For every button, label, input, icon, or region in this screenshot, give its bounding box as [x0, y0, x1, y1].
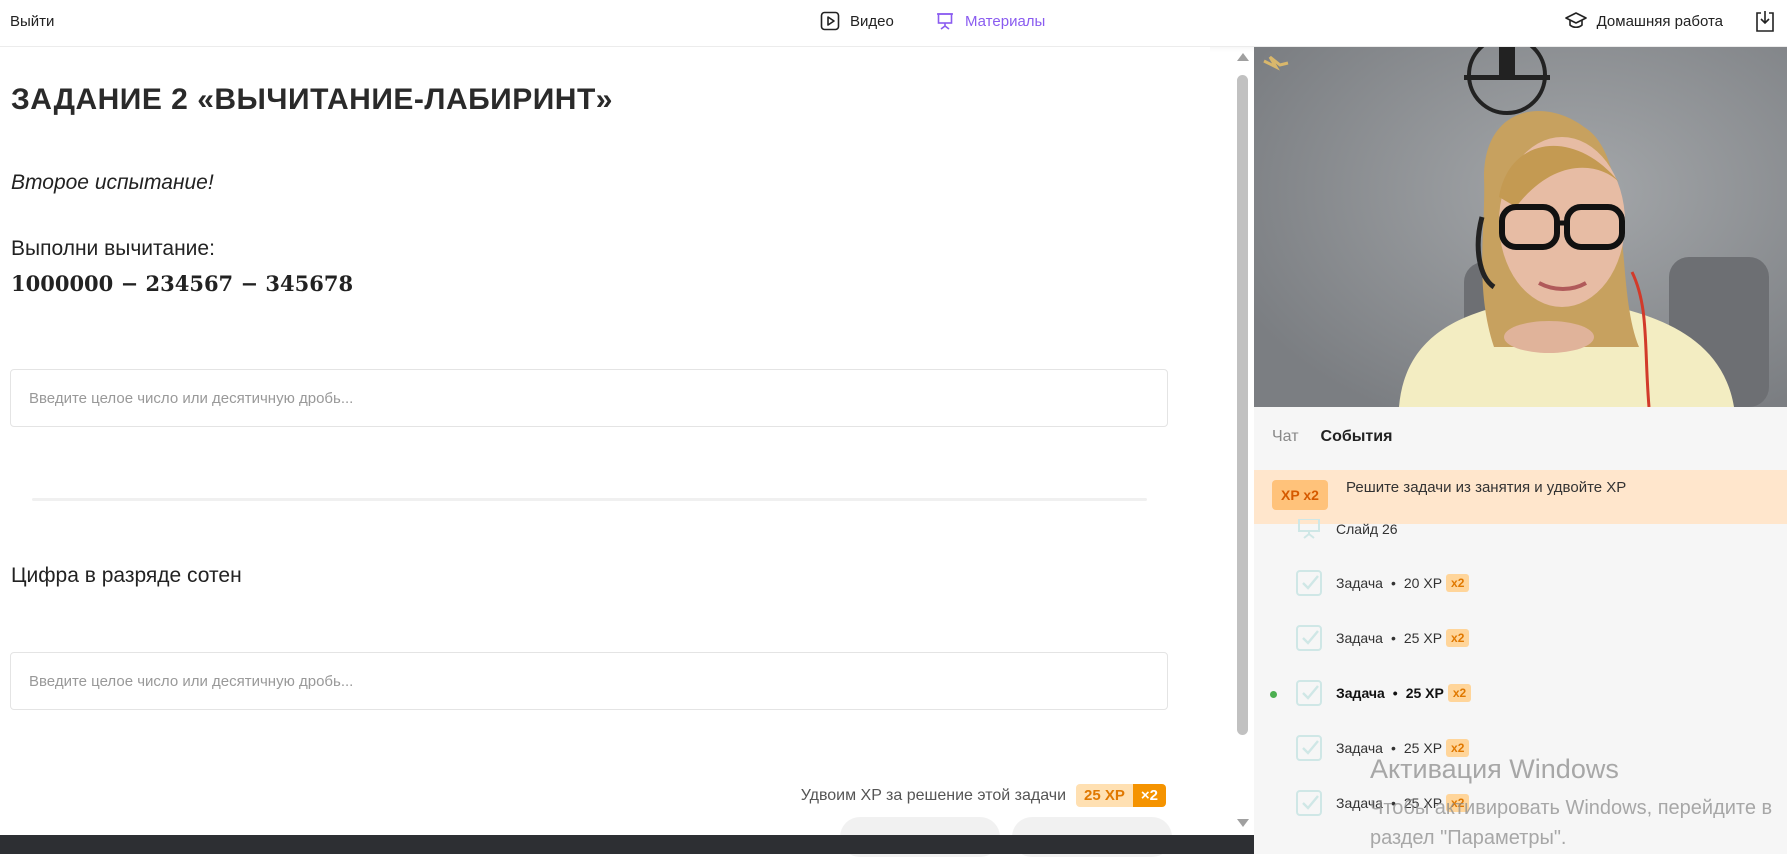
tab-video-label: Видео — [850, 12, 894, 30]
tab-materials[interactable]: Материалы — [935, 11, 1045, 31]
homework-label: Домашняя работа — [1596, 12, 1723, 30]
event-task-xp: 20 XP — [1403, 575, 1443, 591]
xp-note-text: Удвоим XP за решение этой задачи — [800, 786, 1067, 804]
watermark-line2: Чтобы активировать Windows, перейдите в — [1370, 797, 1773, 819]
xp-double-note: Удвоим XP за решение этой задачи 25 XP ×… — [801, 784, 1166, 807]
watermark-title: Активация Windows — [1370, 754, 1619, 784]
separator-dot: • — [1390, 575, 1396, 591]
download-icon[interactable] — [1753, 9, 1777, 35]
presentation-icon — [937, 13, 953, 30]
xp-value: 25 XP — [1076, 784, 1133, 807]
event-task-3[interactable]: Задача • 25 XP x2 — [1296, 680, 1472, 706]
checkbox-icon — [1296, 735, 1322, 761]
tab-materials-label: Материалы — [965, 12, 1046, 30]
scroll-up-arrow-icon[interactable] — [1237, 53, 1249, 61]
homework-button[interactable]: Домашняя работа — [1564, 11, 1723, 31]
checkbox-icon — [1296, 790, 1322, 816]
bottom-bar — [0, 835, 1254, 854]
event-task-label: Задача — [1336, 630, 1383, 646]
tab-video[interactable]: Видео — [820, 11, 894, 31]
event-task-label: Задача — [1336, 685, 1385, 701]
play-icon — [820, 11, 840, 31]
checkbox-icon — [1296, 570, 1322, 596]
tab-chat[interactable]: Чат — [1272, 428, 1299, 446]
windows-activation-watermark: Активация Windows Чтобы активировать Win… — [1370, 754, 1772, 853]
slide-icon — [1298, 519, 1320, 539]
answer-input-2-placeholder: Введите целое число или десятичную дробь… — [29, 672, 354, 690]
answer-input-1-placeholder: Введите целое число или десятичную дробь… — [29, 389, 354, 407]
checkbox-icon — [1296, 680, 1322, 706]
graduation-cap-icon — [1564, 12, 1587, 29]
task-instruction: Выполни вычитание: — [11, 237, 215, 260]
event-task-mult: x2 — [1447, 684, 1472, 702]
promo-xp-badge: XP x2 — [1272, 480, 1328, 510]
xp-multiplier: ×2 — [1132, 784, 1166, 807]
teacher-video-image — [1254, 47, 1787, 407]
task-subtitle: Второе испытание! — [11, 171, 214, 194]
answer-input-2[interactable]: Введите целое число или десятичную дробь… — [10, 652, 1168, 710]
event-task-mult: x2 — [1446, 629, 1470, 647]
watermark-line3: раздел "Параметры". — [1370, 827, 1567, 849]
separator-dot: • — [1392, 685, 1398, 701]
question-hundreds-digit: Цифра в разряде сотен — [11, 564, 242, 587]
scroll-down-arrow-icon[interactable] — [1237, 819, 1249, 827]
event-task-xp: 25 XP — [1403, 630, 1443, 646]
answer-input-1[interactable]: Введите целое число или десятичную дробь… — [10, 369, 1168, 427]
event-task-mult: x2 — [1446, 574, 1470, 592]
event-slide[interactable]: Слайд 26 — [1296, 519, 1398, 539]
task-title: ЗАДАНИЕ 2 «ВЫЧИТАНИЕ-ЛАБИРИНТ» — [11, 83, 613, 116]
event-task-1[interactable]: Задача • 20 XP x2 — [1296, 570, 1470, 596]
promo-text: Решите задачи из занятия и удвойте XP — [1346, 479, 1627, 496]
top-bar: Выйти Видео Материалы Домашняя работа — [0, 0, 1787, 47]
sidebar-tabs: Чат События — [1272, 428, 1392, 446]
task-expression: 1000000 − 234567 − 345678 — [11, 271, 354, 296]
scroll-thumb[interactable] — [1237, 75, 1248, 735]
xp-promo-banner: XP x2 Решите задачи из занятия и удвойте… — [1254, 470, 1787, 524]
checkbox-icon — [1296, 625, 1322, 651]
event-task-2[interactable]: Задача • 25 XP x2 — [1296, 625, 1470, 651]
separator-dot: • — [1390, 630, 1396, 646]
active-indicator-dot — [1270, 691, 1277, 698]
exit-button[interactable]: Выйти — [10, 13, 54, 30]
divider — [32, 498, 1147, 501]
event-slide-label: Слайд 26 — [1336, 521, 1398, 537]
video-feed[interactable] — [1254, 47, 1787, 407]
materials-panel: ЗАДАНИЕ 2 «ВЫЧИТАНИЕ-ЛАБИРИНТ» Второе ис… — [0, 47, 1210, 857]
event-task-xp: 25 XP — [1405, 685, 1444, 701]
tab-events[interactable]: События — [1321, 428, 1393, 446]
content-scrollbar[interactable] — [1233, 47, 1251, 835]
event-task-label: Задача — [1336, 575, 1383, 591]
xp-badge: 25 XP ×2 — [1076, 784, 1166, 807]
